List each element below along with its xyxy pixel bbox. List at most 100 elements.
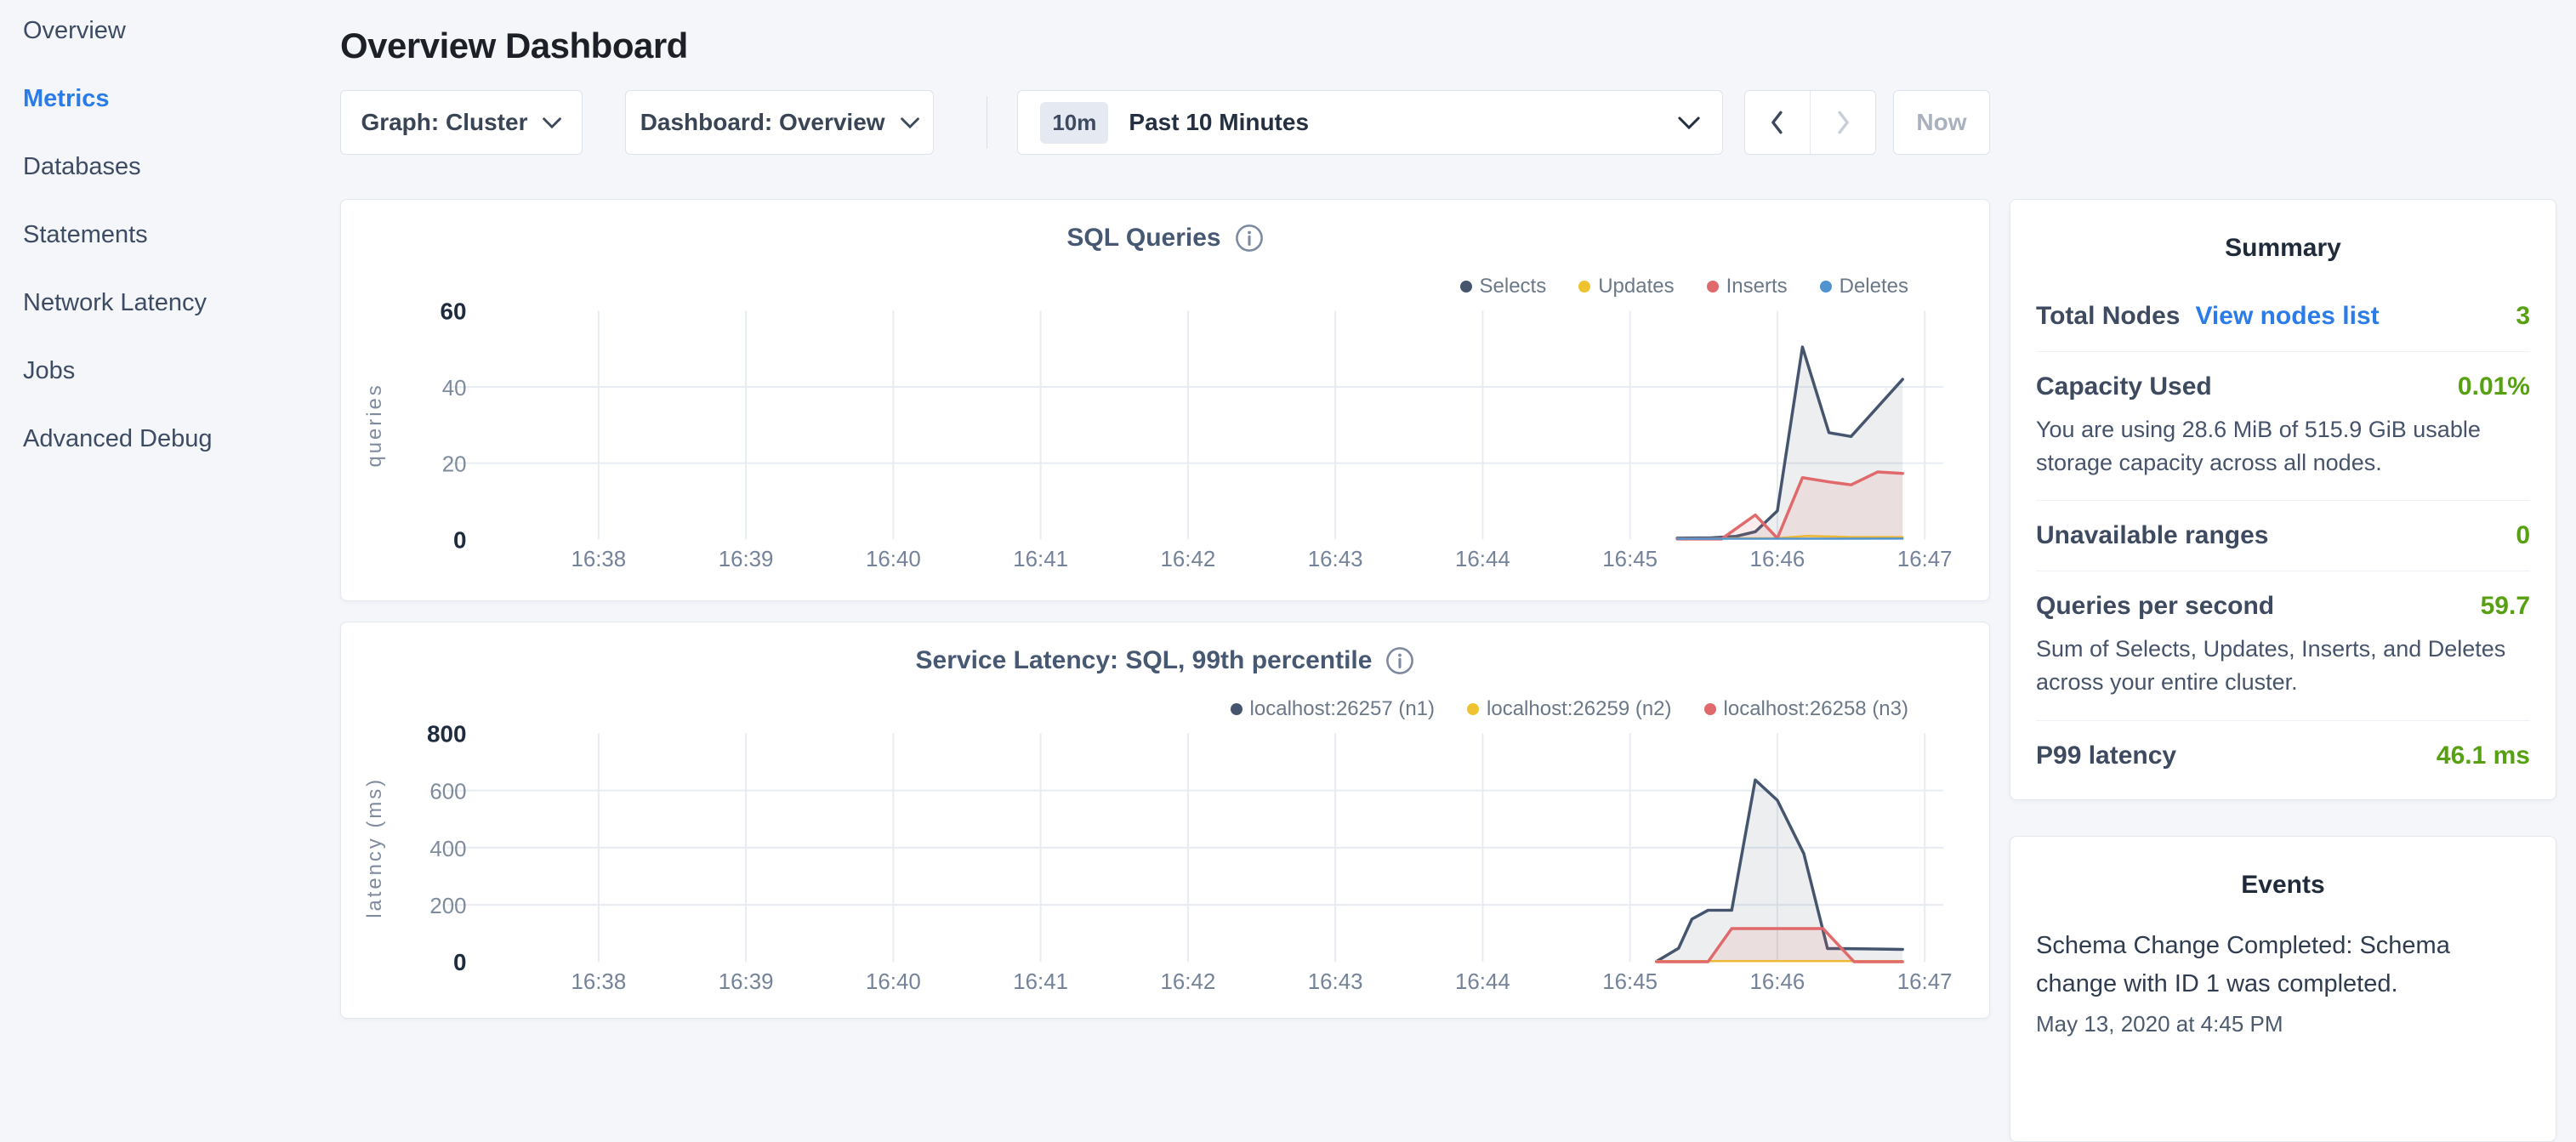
svg-text:16:46: 16:46 xyxy=(1750,970,1805,994)
now-button[interactable]: Now xyxy=(1893,90,1990,155)
summary-title: Summary xyxy=(2036,234,2530,263)
summary-row-capacity-used: Capacity Used 0.01% You are using 28.6 MiB… xyxy=(2036,352,2530,501)
legend-dot xyxy=(1467,703,1479,715)
legend-label: Updates xyxy=(1598,275,1674,298)
summary-row-total-nodes: Total Nodes View nodes list 3 xyxy=(2036,281,2530,352)
time-prev-button[interactable] xyxy=(1745,91,1811,154)
service-latency-chart-card: Service Latency: SQL, 99th percentile lo… xyxy=(340,622,1990,1019)
y-axis: 0200400600800latency (ms) xyxy=(363,720,467,975)
legend-label: localhost:26257 (n1) xyxy=(1250,697,1435,721)
event-message: Schema Change Completed: Schema change w… xyxy=(2036,927,2530,1003)
x-axis: 16:3816:3916:4016:4116:4216:4316:4416:45… xyxy=(571,970,1952,994)
summary-row-p99-latency: P99 latency46.1 ms xyxy=(2036,721,2530,791)
info-icon[interactable] xyxy=(1385,646,1414,675)
toolbar: Graph: Cluster Dashboard: Overview 10m P… xyxy=(340,90,1990,155)
graph-dropdown[interactable]: Graph: Cluster xyxy=(340,90,583,155)
service-latency-plot: 0200400600800latency (ms)16:3816:3916:40… xyxy=(341,622,1989,1018)
event-list-item[interactable]: Schema Change Completed: Schema change w… xyxy=(2036,927,2530,1038)
sql-queries-plot: 0204060queries16:3816:3916:4016:4116:421… xyxy=(341,200,1989,600)
time-range-badge: 10m xyxy=(1040,102,1108,144)
chart-title: Service Latency: SQL, 99th percentile xyxy=(916,646,1415,675)
svg-text:16:38: 16:38 xyxy=(571,548,626,571)
chevron-down-icon xyxy=(1678,116,1700,129)
sidebar-item-databases[interactable]: Databases xyxy=(23,155,340,179)
sidebar-item-overview[interactable]: Overview xyxy=(23,19,340,43)
svg-text:200: 200 xyxy=(429,895,466,918)
time-next-button[interactable] xyxy=(1810,91,1875,154)
view-nodes-list-link[interactable]: View nodes list xyxy=(2195,302,2379,331)
chart-title: SQL Queries xyxy=(1066,224,1263,253)
sidebar-item-jobs[interactable]: Jobs xyxy=(23,359,340,384)
summary-label: Capacity Used xyxy=(2036,372,2212,401)
legend-label: localhost:26258 (n3) xyxy=(1724,697,1908,721)
right-sidebar: Summary Total Nodes View nodes list 3 Capac… xyxy=(2010,155,2556,1142)
chevron-down-icon xyxy=(543,117,561,128)
legend-item-updates: Updates xyxy=(1578,275,1674,298)
events-panel: Events Schema Change Completed: Schema c… xyxy=(2010,836,2556,1142)
svg-text:0: 0 xyxy=(453,949,467,975)
svg-text:400: 400 xyxy=(429,838,466,861)
legend-label: Deletes xyxy=(1840,275,1908,298)
svg-text:16:43: 16:43 xyxy=(1308,548,1363,571)
sidebar-item-statements[interactable]: Statements xyxy=(23,223,340,247)
legend-item-inserts: Inserts xyxy=(1707,275,1788,298)
svg-text:600: 600 xyxy=(429,781,466,804)
summary-value: 0 xyxy=(2516,521,2530,550)
summary-label: P99 latency xyxy=(2036,741,2176,770)
dashboard-columns: SQL Queries Selects Updates Inserts Deletes… xyxy=(340,155,1990,1142)
chevron-right-icon xyxy=(1832,109,1854,136)
dashboard-dropdown-label: Dashboard: Overview xyxy=(640,109,885,136)
time-range-picker[interactable]: 10m Past 10 Minutes xyxy=(1017,90,1722,155)
legend-item-selects: Selects xyxy=(1460,275,1547,298)
info-icon[interactable] xyxy=(1235,224,1264,253)
chart-legend: Selects Updates Inserts Deletes xyxy=(1460,275,1909,298)
sidebar-item-advanced-debug[interactable]: Advanced Debug xyxy=(23,427,340,452)
summary-panel: Summary Total Nodes View nodes list 3 Capac… xyxy=(2010,199,2556,800)
summary-label: Unavailable ranges xyxy=(2036,521,2268,550)
chart-title-row: Service Latency: SQL, 99th percentile xyxy=(341,646,1989,675)
legend-dot xyxy=(1578,281,1590,293)
y-axis: 0204060queries xyxy=(363,298,467,553)
svg-text:16:43: 16:43 xyxy=(1308,970,1363,994)
main-content: Overview Dashboard Graph: Cluster Dashbo… xyxy=(340,0,1990,1051)
summary-label: Total Nodes xyxy=(2036,302,2180,331)
svg-text:20: 20 xyxy=(442,453,467,477)
legend-dot xyxy=(1820,281,1832,293)
sidebar-item-network-latency[interactable]: Network Latency xyxy=(23,291,340,315)
summary-rows: Total Nodes View nodes list 3 Capacity Used… xyxy=(2036,281,2530,791)
svg-text:16:40: 16:40 xyxy=(866,548,921,571)
events-title: Events xyxy=(2036,871,2530,900)
legend-dot xyxy=(1460,281,1472,293)
svg-text:16:41: 16:41 xyxy=(1013,970,1068,994)
legend-label: Inserts xyxy=(1726,275,1788,298)
chart-title-text: SQL Queries xyxy=(1066,224,1220,253)
summary-row-unavailable-ranges: Unavailable ranges 0 xyxy=(2036,501,2530,571)
svg-text:16:40: 16:40 xyxy=(866,970,921,994)
summary-value: 3 xyxy=(2516,302,2530,331)
summary-row-queries-per-second: Queries per second59.7Sum of Selects, Up… xyxy=(2036,571,2530,720)
summary-description: You are using 28.6 MiB of 515.9 GiB usab… xyxy=(2036,413,2530,480)
sidebar-nav-list: Overview Metrics Databases Statements Networ… xyxy=(23,19,340,452)
legend-item-localhost-26258-n3-: localhost:26258 (n3) xyxy=(1704,697,1908,721)
x-axis: 16:3816:3916:4016:4116:4216:4316:4416:45… xyxy=(571,548,1952,571)
svg-text:16:47: 16:47 xyxy=(1897,970,1953,994)
page: Overview Metrics Databases Statements Networ… xyxy=(0,0,2576,1051)
chart-title-text: Service Latency: SQL, 99th percentile xyxy=(916,646,1373,675)
sidebar: Overview Metrics Databases Statements Networ… xyxy=(0,0,340,1051)
svg-text:40: 40 xyxy=(442,377,467,401)
summary-value: 0.01% xyxy=(2458,372,2530,401)
legend-label: Selects xyxy=(1480,275,1547,298)
summary-description: Sum of Selects, Updates, Inserts, and De… xyxy=(2036,633,2530,699)
svg-text:16:46: 16:46 xyxy=(1750,548,1805,571)
time-range-label: Past 10 Minutes xyxy=(1129,109,1309,136)
svg-text:800: 800 xyxy=(427,720,467,747)
sidebar-item-metrics[interactable]: Metrics xyxy=(23,87,340,111)
dashboard-dropdown[interactable]: Dashboard: Overview xyxy=(625,90,934,155)
svg-text:16:42: 16:42 xyxy=(1161,970,1216,994)
summary-value: 59.7 xyxy=(2481,592,2530,621)
charts-column: SQL Queries Selects Updates Inserts Deletes… xyxy=(340,155,1990,1019)
svg-text:0: 0 xyxy=(453,526,467,553)
sql-queries-chart-card: SQL Queries Selects Updates Inserts Deletes… xyxy=(340,199,1990,601)
page-title: Overview Dashboard xyxy=(340,26,1990,66)
legend-item-localhost-26259-n2-: localhost:26259 (n2) xyxy=(1467,697,1671,721)
